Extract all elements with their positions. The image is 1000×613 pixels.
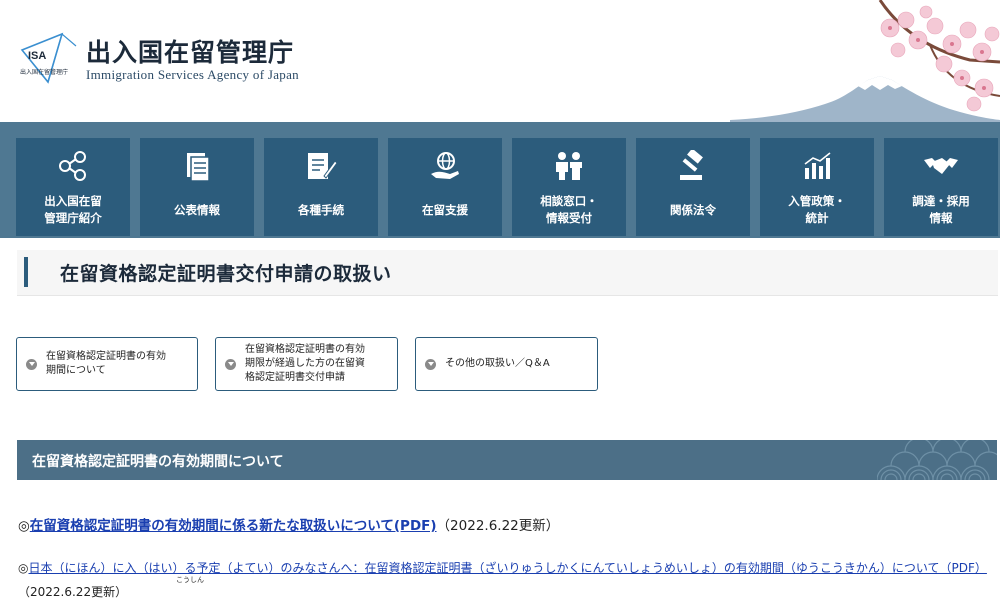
nav-item-public-info[interactable]: 公表情報 [140,138,254,236]
nav-label: 関係法令 [670,202,716,217]
chevron-down-icon [26,358,37,370]
furigana-guide-pdf-link[interactable]: 日本（にほん）に入（はい）る予定（よてい）のみなさんへ：在留資格認定証明書（ざい… [28,561,986,575]
anchor-button-other-qa[interactable]: その他の取扱い／Q＆A [415,337,598,391]
gavel-icon [680,150,703,180]
org-chart-icon [59,151,86,181]
logo-text: ISA [28,50,46,62]
update-date: （2022.6.22更新） [436,518,560,534]
furigana-annotation: こうしん [176,576,204,584]
nav-label: 入管政策・ 統計 [788,194,846,225]
logo-subtext: 出入国在留管理庁 [20,68,68,76]
anchor-label: 在留資格認定証明書の有効 期限が経過した方の在留資 格認定証明書交付申請 [245,344,365,383]
isa-logo[interactable]: ISA 出入国在留管理庁 [18,28,80,86]
consultation-icon [556,152,582,180]
wave-pattern-decoration [877,440,997,480]
nav-item-policy-statistics[interactable]: 入管政策・ 統計 [760,138,874,236]
agency-name-jp[interactable]: 出入国在留管理庁 [86,33,294,69]
section-heading: 在留資格認定証明書の有効期間について [17,440,997,480]
nav-item-about[interactable]: 出入国在留 管理庁紹介 [16,138,130,236]
title-accent-bar [24,257,28,287]
validity-period-pdf-link[interactable]: 在留資格認定証明書の有効期間に係る新たな取扱いについて(PDF) [30,518,437,534]
nav-label: 各種手続 [298,202,344,217]
update-date: （2022.6.22更新） [18,585,128,599]
nav-label: 調達・採用 情報 [912,194,970,225]
pdf-link-item: ◎在留資格認定証明書の有効期間に係る新たな取扱いについて(PDF)（2022.6… [18,514,559,534]
nav-item-residence-support[interactable]: 在留支援 [388,138,502,236]
statistics-icon [804,152,831,179]
site-header: ISA 出入国在留管理庁 出入国在留管理庁 Immigration Servic… [0,0,1000,122]
nav-item-procedures[interactable]: 各種手続 [264,138,378,236]
nav-label: 相談窓口・ 情報受付 [540,194,598,225]
bullet-mark: ◎ [18,561,29,575]
nav-item-consultation[interactable]: 相談窓口・ 情報受付 [512,138,626,236]
nav-label: 在留支援 [422,202,468,217]
nav-item-procurement-recruitment[interactable]: 調達・採用 情報 [884,138,998,236]
mount-fuji-cherry-blossom-illustration [730,0,1000,122]
section-title: 在留資格認定証明書の有効期間について [32,454,284,470]
main-navigation: 出入国在留 管理庁紹介 公表情報 各種手続 在留支援 相談窓口・ 情報受付 関係… [0,122,1000,238]
anchor-label: その他の取扱い／Q＆A [445,358,550,369]
chevron-down-icon [425,358,436,370]
page-title: 在留資格認定証明書交付申請の取扱い [60,263,392,285]
pdf-link-item: ◎日本（にほん）に入（はい）る予定（よてい）のみなさんへ：在留資格認定証明書（ざ… [18,556,990,604]
nav-item-laws[interactable]: 関係法令 [636,138,750,236]
anchor-button-expired-application[interactable]: 在留資格認定証明書の有効 期限が経過した方の在留資 格認定証明書交付申請 [215,337,398,391]
agency-name-en: Immigration Services Agency of Japan [86,67,299,82]
handshake-icon [924,158,958,174]
nav-label: 公表情報 [174,202,220,217]
page-title-box: 在留資格認定証明書交付申請の取扱い [17,250,998,296]
form-pen-icon [308,153,338,179]
documents-icon [187,153,210,182]
nav-label: 出入国在留 管理庁紹介 [44,194,102,225]
chevron-down-icon [225,358,236,370]
anchor-label: 在留資格認定証明書の有効 期間について [46,351,166,376]
bullet-mark: ◎ [18,518,30,534]
anchor-button-validity-period[interactable]: 在留資格認定証明書の有効 期間について [16,337,198,391]
globe-hand-icon [431,152,459,179]
